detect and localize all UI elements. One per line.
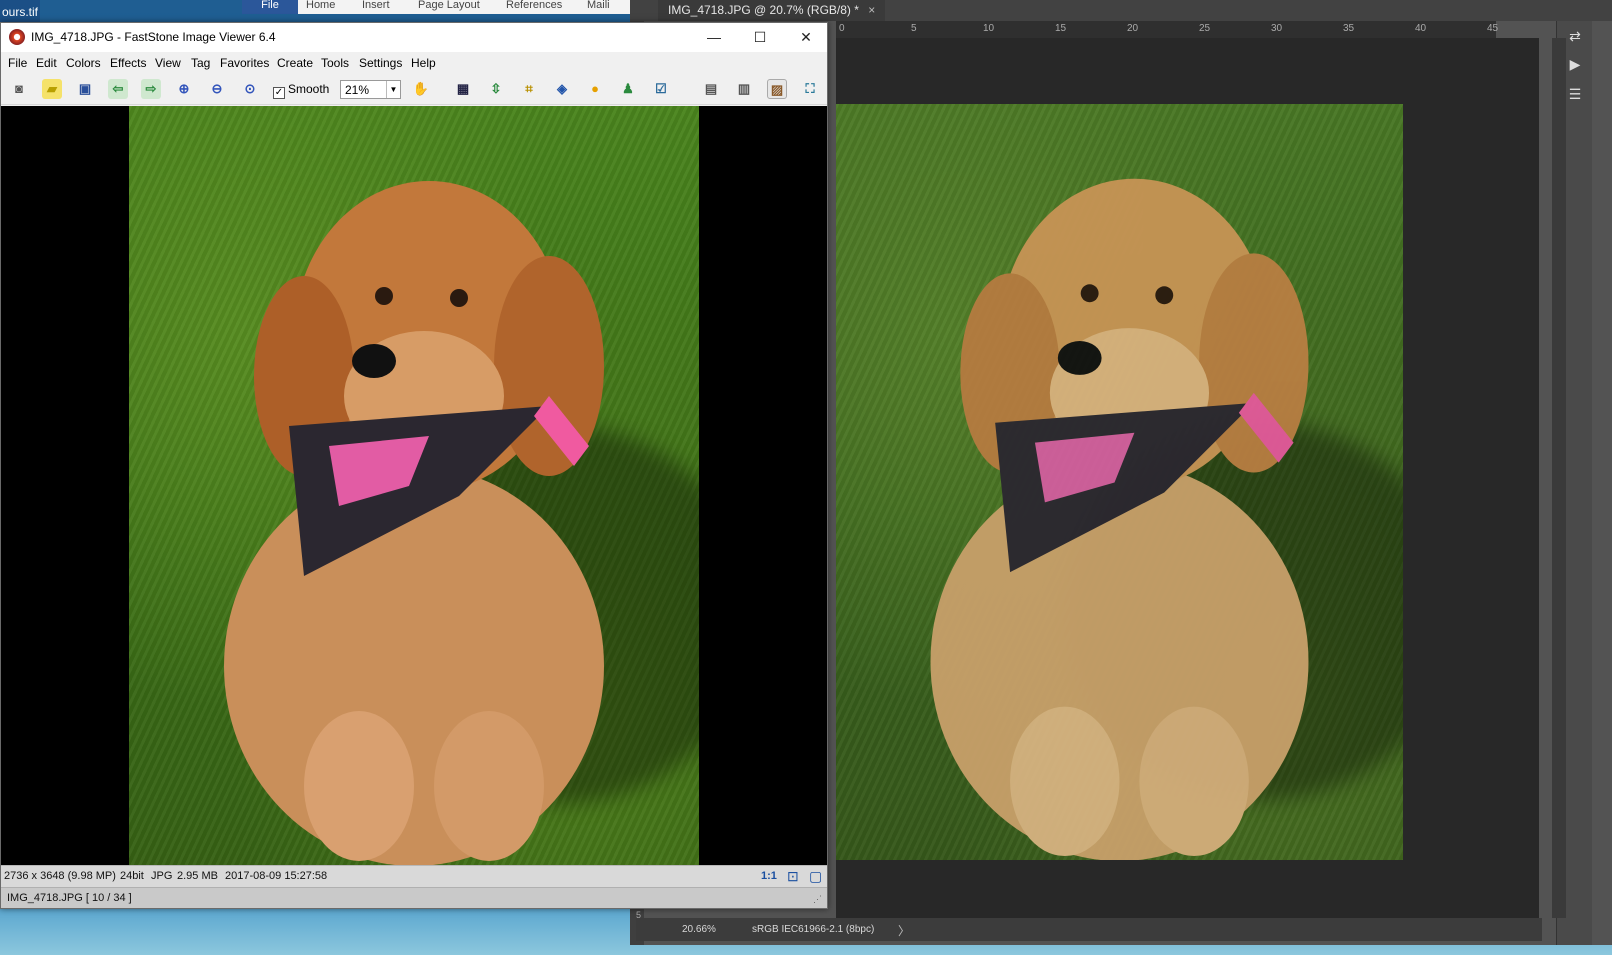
open-folder-icon[interactable]: ▰	[42, 79, 62, 99]
chevron-down-icon[interactable]: ▼	[386, 81, 400, 98]
menu-create[interactable]: Create	[277, 56, 313, 70]
desktop: ours.tif File Home Insert Page Layout Re…	[0, 0, 1612, 955]
fs-status-bar-info: 2736 x 3648 (9.98 MP) 24bit JPG 2.95 MB …	[1, 865, 827, 887]
filmstrip-icon[interactable]: ▦	[453, 79, 473, 99]
ps-document-tab-label: IMG_4718.JPG @ 20.7% (RGB/8) *	[668, 3, 859, 17]
ps-tab-bar: IMG_4718.JPG @ 20.7% (RGB/8) * ×	[630, 0, 1612, 21]
ruler-tick: 30	[1271, 23, 1283, 34]
ps-dog-illustration	[930, 178, 1309, 860]
ruler-tick: 35	[1343, 23, 1355, 34]
word-tab-page-layout[interactable]: Page Layout	[418, 0, 480, 14]
menu-colors[interactable]: Colors	[66, 56, 101, 70]
layout-icon[interactable]: ▤	[701, 79, 721, 99]
next-image-icon[interactable]: ⇨	[141, 79, 161, 99]
resize-grip-icon[interactable]: ⋰	[813, 894, 822, 905]
zoom-out-icon[interactable]: ⊖	[207, 79, 227, 99]
word-tab-mailings[interactable]: Maili	[587, 0, 610, 14]
smooth-checkbox[interactable]: ✓ Smooth	[273, 82, 329, 99]
image-filesize: 2.95 MB	[177, 870, 218, 882]
fs-dog-illustration	[224, 181, 604, 865]
fs-toolbar: ◙ ▰ ▣ ⇦ ⇨ ⊕ ⊖ ⊙ ✓ Smooth 21% ▼ ✋ ▦ ⇳ ⌗ ◈ …	[1, 74, 827, 105]
ps-zoom-readout[interactable]: 20.66%	[682, 924, 716, 935]
word-tab-insert[interactable]: Insert	[362, 0, 390, 14]
ps-top-ruler: 0 5 10 15 20 25 30 35 40 45	[836, 21, 1499, 38]
ruler-tick: 5	[911, 23, 917, 34]
fs-title-bar[interactable]: IMG_4718.JPG - FastStone Image Viewer 6.…	[1, 23, 827, 52]
fit-window-icon[interactable]: ⊡	[787, 868, 799, 885]
ps-document-tab[interactable]: IMG_4718.JPG @ 20.7% (RGB/8) * ×	[658, 0, 886, 21]
zoom-in-icon[interactable]: ⊕	[174, 79, 194, 99]
image-format: JPG	[151, 870, 173, 882]
ps-color-profile: sRGB IEC61966-2.1 (8bpc)	[752, 924, 875, 935]
smooth-label: Smooth	[288, 82, 330, 96]
menu-settings[interactable]: Settings	[359, 56, 402, 70]
resize-icon[interactable]: ⇳	[486, 79, 506, 99]
word-tab-file[interactable]: File	[242, 0, 298, 14]
person-icon[interactable]: ♟	[618, 79, 638, 99]
menu-tools[interactable]: Tools	[321, 56, 349, 70]
ruler-tick: 45	[1487, 23, 1499, 34]
word-ribbon: File Home Insert Page Layout References …	[242, 0, 634, 14]
menu-favorites[interactable]: Favorites	[220, 56, 269, 70]
file-position: IMG_4718.JPG [ 10 / 34 ]	[7, 892, 132, 904]
faststone-app-icon[interactable]	[9, 29, 25, 45]
fs-dog-photo	[129, 106, 699, 865]
ps-vertical-scrollbar[interactable]	[1552, 38, 1566, 918]
menu-effects[interactable]: Effects	[110, 56, 146, 70]
ps-status-bar: 20.66% sRGB IEC61966-2.1 (8bpc) 〉	[636, 918, 1542, 941]
desktop-file-caption: ours.tif	[0, 0, 41, 22]
zoom-select-value: 21%	[345, 83, 370, 97]
effects-icon[interactable]: ●	[585, 79, 605, 99]
check-icon[interactable]: ☑	[651, 79, 671, 99]
image-dimensions: 2736 x 3648 (9.98 MP)	[4, 870, 116, 882]
layer-comps-icon[interactable]: ☰	[1566, 85, 1584, 103]
ruler-tick: 40	[1415, 23, 1427, 34]
menu-edit[interactable]: Edit	[36, 56, 57, 70]
faststone-window: IMG_4718.JPG - FastStone Image Viewer 6.…	[0, 22, 828, 909]
play-icon[interactable]: ▶	[1566, 55, 1584, 73]
fit-screen-icon[interactable]: ▢	[809, 868, 822, 885]
fs-status-bar-file: IMG_4718.JPG [ 10 / 34 ] ⋰	[1, 887, 827, 908]
hand-tool-icon[interactable]: ✋	[411, 79, 431, 99]
ruler-tick: 10	[983, 23, 995, 34]
zoom-select[interactable]: 21% ▼	[340, 80, 401, 99]
ruler-tick: 15	[1055, 23, 1067, 34]
ps-dog-photo	[836, 104, 1403, 860]
word-tab-references[interactable]: References	[506, 0, 562, 14]
close-button[interactable]: ✕	[783, 23, 829, 52]
save-icon[interactable]: ▣	[75, 79, 95, 99]
menu-file[interactable]: File	[8, 56, 27, 70]
ruler-tick: 20	[1127, 23, 1139, 34]
ruler-tick: 25	[1199, 23, 1211, 34]
portrait-view-icon[interactable]: ▨	[767, 79, 787, 99]
maximize-button[interactable]: ☐	[737, 23, 783, 52]
camera-icon[interactable]: ◙	[9, 79, 29, 99]
menu-view[interactable]: View	[155, 56, 181, 70]
fs-image-view[interactable]	[1, 106, 827, 865]
minimize-button[interactable]: —	[691, 23, 737, 52]
color-adjust-icon[interactable]: ◈	[552, 79, 572, 99]
menu-help[interactable]: Help	[411, 56, 436, 70]
close-icon[interactable]: ×	[868, 3, 875, 17]
previous-image-icon[interactable]: ⇦	[108, 79, 128, 99]
info-panel-icon[interactable]: ▥	[734, 79, 754, 99]
fullscreen-icon[interactable]: ⛶	[800, 79, 820, 99]
word-tab-home[interactable]: Home	[306, 0, 335, 14]
menu-tag[interactable]: Tag	[191, 56, 210, 70]
ruler-tick: 0	[839, 23, 845, 34]
fs-menu-bar: File Edit Colors Effects View Tag Favori…	[1, 52, 827, 74]
fs-window-title: IMG_4718.JPG - FastStone Image Viewer 6.…	[31, 30, 276, 44]
history-icon[interactable]: ⇄	[1566, 27, 1584, 45]
chevron-right-icon[interactable]: 〉	[898, 922, 910, 939]
image-datetime: 2017-08-09 15:27:58	[225, 870, 328, 882]
actual-size-icon[interactable]: ⊙	[240, 79, 260, 99]
checkbox-check-icon: ✓	[273, 87, 285, 99]
crop-icon[interactable]: ⌗	[519, 79, 539, 99]
image-bitdepth: 24bit	[120, 870, 144, 882]
actual-size-button[interactable]: 1:1	[761, 870, 777, 882]
